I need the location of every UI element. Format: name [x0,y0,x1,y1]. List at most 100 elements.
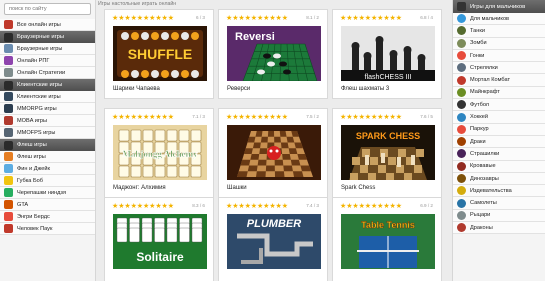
rating-stars[interactable]: ★ ★ ★ ★ ★ ★ ★ ★ ★ ★ [112,114,174,121]
game-title[interactable]: Флеш шахматы 3 [341,86,389,92]
sidebar-item[interactable]: Самолеты [453,197,545,210]
sidebar-item[interactable]: Мортал Комбат [453,74,545,87]
spark-thumbnail-image[interactable]: SPARK CHESS [341,125,435,180]
right-sidebar-title: Игры для мальчиков [470,3,526,10]
sidebar-item-label: Клиентские игры [17,93,61,100]
game-category-icon [457,51,466,61]
game-thumbnail[interactable] [227,125,321,180]
sidebar-item-all-games[interactable]: Все онлайн игры [0,19,95,31]
sidebar-item[interactable]: Человек Паук [0,223,95,235]
star-icon[interactable]: ★ [168,203,174,210]
rating-stars[interactable]: ★ ★ ★ ★ ★ ★ ★ ★ ★ ★ [340,114,402,121]
star-icon[interactable]: ★ [396,203,402,210]
sidebar-item-label: Гонки [470,52,485,59]
game-thumbnail[interactable]: flashCHESS III [341,26,435,81]
star-icon[interactable]: ★ [282,15,288,22]
sidebar-item[interactable]: Гонки [453,49,545,63]
shuffle-thumbnail-image[interactable]: SHUFFLE [113,26,207,81]
boy-icon [457,2,466,11]
checkers-thumbnail-image[interactable] [227,125,321,180]
sidebar-item[interactable]: Паркур [453,123,545,136]
rating-stars[interactable]: ★ ★ ★ ★ ★ ★ ★ ★ ★ ★ [226,114,288,121]
sidebar-item[interactable]: Драконы [453,222,545,235]
search-box[interactable] [4,3,91,15]
sidebar-item[interactable]: Танки [453,25,545,38]
sidebar-item[interactable]: Динозавры [453,172,545,186]
sidebar-item[interactable]: Флеш игры [0,151,95,163]
reversi-thumbnail-image[interactable]: Reversi [227,26,321,81]
search-input[interactable] [9,6,86,12]
rating-stars[interactable]: ★ ★ ★ ★ ★ ★ ★ ★ ★ ★ [340,203,402,210]
thumbnail-logo-text: PLUMBER [247,218,301,230]
tennis-thumbnail-image[interactable]: Table Tennis [341,214,435,269]
sidebar-item[interactable]: Энгри Бердс [0,211,95,223]
sidebar-item[interactable]: Рыцари [453,209,545,223]
mahjong-thumbnail-image[interactable]: Mahjongg Alchemy [113,125,207,180]
game-card[interactable]: ★ ★ ★ ★ ★ ★ ★ ★ ★ ★ 6.8 / 4 flashCHESS III Флеш шахм… [332,9,442,99]
game-card[interactable]: ★ ★ ★ ★ ★ ★ ★ ★ ★ ★ 7.4 / 3 PLUMBER [218,197,328,281]
rating-stars[interactable]: ★ ★ ★ ★ ★ ★ ★ ★ ★ ★ [226,203,288,210]
sidebar-group-header[interactable]: Флеш игры [0,139,95,151]
chess-thumbnail-image[interactable]: flashCHESS III [341,26,435,81]
game-title[interactable]: Реверси [227,86,250,92]
sidebar-group-header[interactable]: Браузерные игры [0,31,95,43]
right-sidebar-header[interactable]: Игры для мальчиков [453,0,545,13]
game-card[interactable]: ★ ★ ★ ★ ★ ★ ★ ★ ★ ★ 7.5 / 2 Шашки [218,108,328,198]
sidebar-item[interactable]: GTA [0,199,95,211]
rating-stars[interactable]: ★ ★ ★ ★ ★ ★ ★ ★ ★ ★ [112,15,174,22]
sidebar-item[interactable]: Стрелялки [453,62,545,75]
sidebar-item[interactable]: MOBA игры [0,115,95,127]
rating-stars[interactable]: ★ ★ ★ ★ ★ ★ ★ ★ ★ ★ [112,203,174,210]
game-thumbnail[interactable]: SHUFFLE [113,26,207,81]
sidebar-item[interactable]: Хоккей [453,111,545,124]
rating-stars[interactable]: ★ ★ ★ ★ ★ ★ ★ ★ ★ ★ [340,15,402,22]
sidebar-item[interactable]: Майнкрафт [453,86,545,100]
sidebar-item[interactable]: MMORPG игры [0,103,95,115]
sidebar-item[interactable]: Губка Боб [0,175,95,187]
sidebar-item[interactable]: Браузерные игры [0,43,95,55]
rating-stars[interactable]: ★ ★ ★ ★ ★ ★ ★ ★ ★ ★ [226,15,288,22]
sidebar-item[interactable]: Онлайн Стратегии [0,67,95,79]
sidebar-item[interactable]: Для мальчиков [453,13,545,26]
game-card[interactable]: ★ ★ ★ ★ ★ ★ ★ ★ ★ ★ 8.3 / 6 Solitaire [104,197,214,281]
game-title[interactable]: Маджонг: Алхимия [113,185,166,191]
star-icon[interactable]: ★ [396,15,402,22]
game-thumbnail[interactable]: SPARK CHESS [341,125,435,180]
sidebar-item[interactable]: Футбол [453,99,545,112]
sidebar-item[interactable]: Зомби [453,37,545,50]
sidebar-item[interactable]: Страшилки [453,148,545,161]
game-title[interactable]: Spark Chess [341,185,375,191]
game-card[interactable]: ★ ★ ★ ★ ★ ★ ★ ★ ★ ★ 7.6 / 5 SPARK CHESS Spark Chess [332,108,442,198]
sidebar-item[interactable]: Кровавые [453,160,545,173]
game-title[interactable]: Шашки [227,185,247,191]
game-thumbnail[interactable]: Table Tennis [341,214,435,269]
sidebar-item-label: MMOFPS игры [17,129,56,136]
plumber-thumbnail-image[interactable]: PLUMBER [227,214,321,269]
game-title[interactable]: Шарики Чапаева [113,86,160,92]
sidebar-group-title: Флеш игры [17,142,47,148]
sidebar-item[interactable]: MMOFPS игры [0,127,95,139]
game-card[interactable]: ★ ★ ★ ★ ★ ★ ★ ★ ★ ★ 7.1 / 3 Mahjongg Alchemy Маджонг… [104,108,214,198]
solitaire-thumbnail-image[interactable]: Solitaire [113,214,207,269]
thumbnail-logo-text: Table Tennis [361,220,415,230]
sidebar-item[interactable]: Фин и Джейк [0,163,95,175]
star-icon[interactable]: ★ [168,114,174,121]
thumbnail-logo-text: SPARK CHESS [356,131,420,141]
star-icon[interactable]: ★ [168,15,174,22]
game-thumbnail[interactable]: Reversi [227,26,321,81]
sidebar-item[interactable]: Издевательства [453,185,545,198]
star-icon[interactable]: ★ [396,114,402,121]
game-card[interactable]: ★ ★ ★ ★ ★ ★ ★ ★ ★ ★ 6.9 / 2 Table Tennis [332,197,442,281]
sidebar-item[interactable]: Драки [453,135,545,149]
game-thumbnail[interactable]: PLUMBER [227,214,321,269]
game-card[interactable]: ★ ★ ★ ★ ★ ★ ★ ★ ★ ★ 8.1 / 2 Reversi Реверси [218,9,328,99]
star-icon[interactable]: ★ [282,114,288,121]
star-icon[interactable]: ★ [282,203,288,210]
sidebar-item[interactable]: Черепашки ниндзя [0,187,95,199]
sidebar-group-header[interactable]: Клиентские игры [0,79,95,91]
sidebar-item[interactable]: Онлайн РПГ [0,55,95,67]
sidebar-item[interactable]: Клиентские игры [0,91,95,103]
game-card[interactable]: ★ ★ ★ ★ ★ ★ ★ ★ ★ ★ 6 / 3 SHUFFLE Шарики Чапаева [104,9,214,99]
game-thumbnail[interactable]: Mahjongg Alchemy [113,125,207,180]
game-thumbnail[interactable]: Solitaire [113,214,207,269]
